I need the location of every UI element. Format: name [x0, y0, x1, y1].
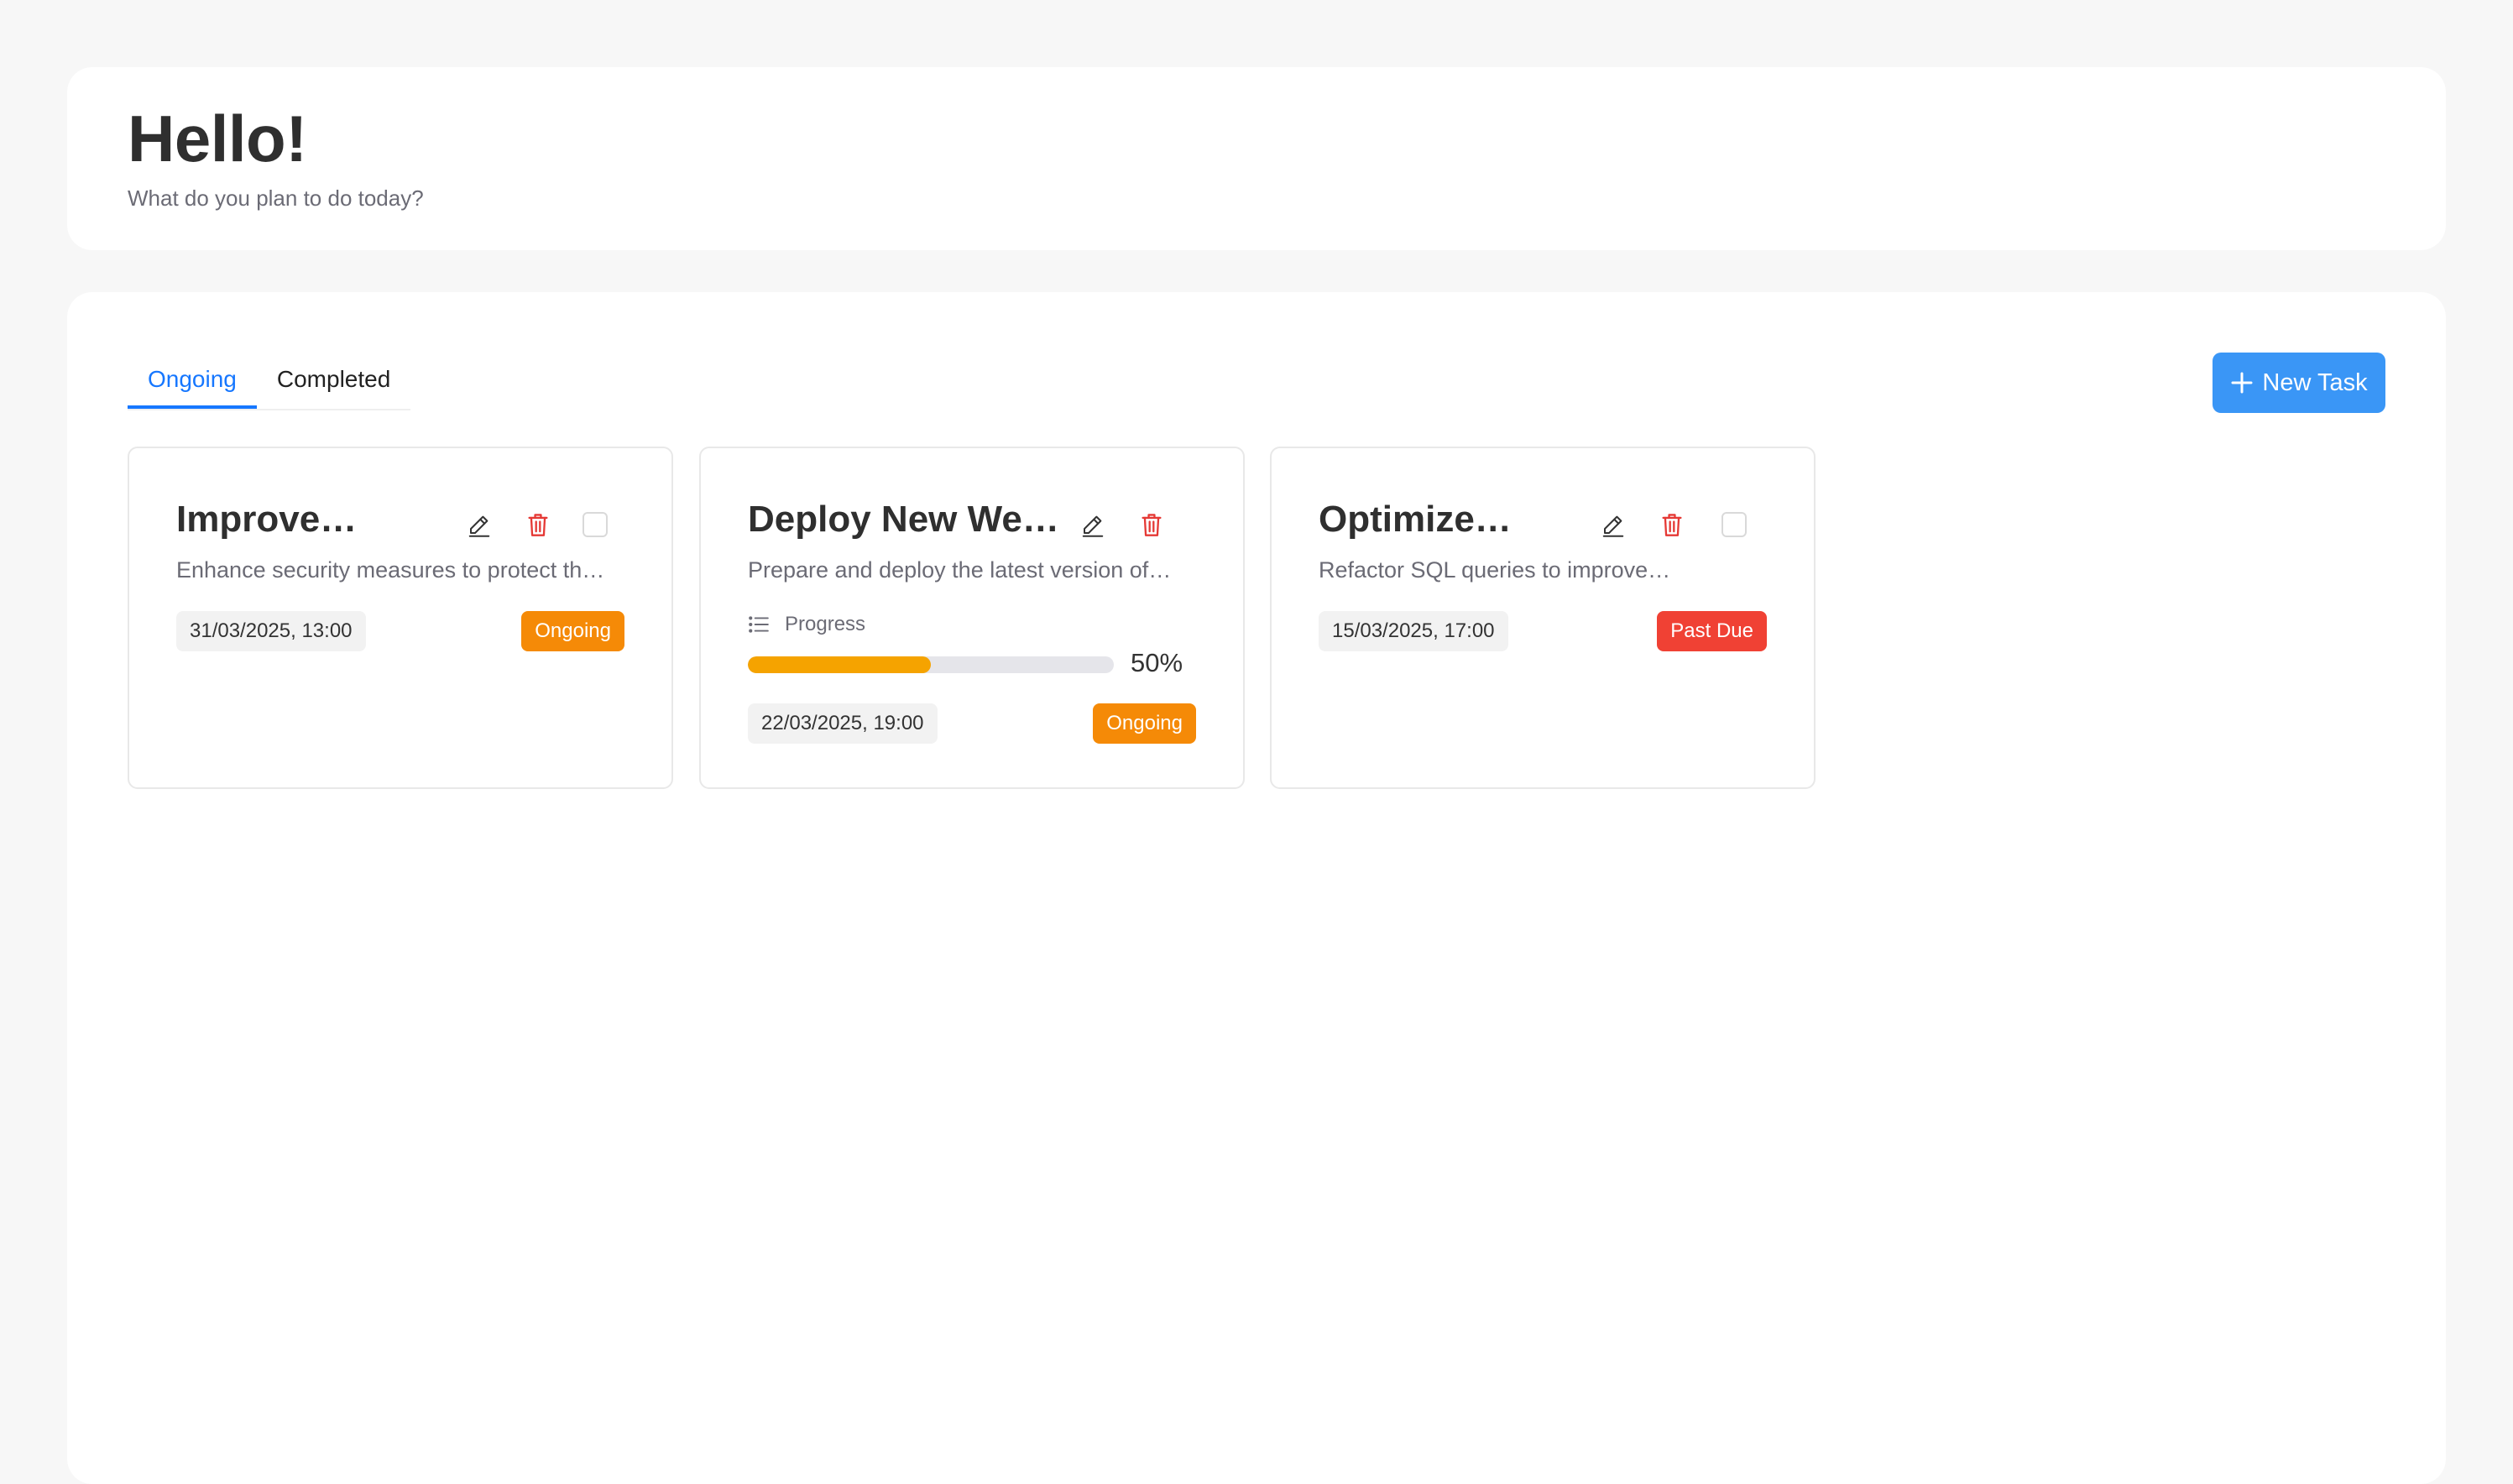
- new-task-button[interactable]: New Task: [2213, 353, 2385, 413]
- task-description: Enhance security measures to protect th…: [176, 557, 605, 583]
- trash-icon[interactable]: [1137, 510, 1166, 539]
- due-date: 15/03/2025, 17:00: [1319, 611, 1508, 651]
- task-title: Improve…: [176, 499, 358, 540]
- edit-icon[interactable]: [465, 510, 494, 539]
- plus-icon: [2231, 372, 2253, 394]
- new-task-label: New Task: [2262, 368, 2368, 396]
- progress-percent: 50%: [1131, 648, 1183, 677]
- task-title: Deploy New We…: [748, 499, 1059, 540]
- task-board: Ongoing Completed New Task Improve… Enha…: [67, 292, 2446, 1484]
- complete-checkbox[interactable]: [1721, 512, 1747, 537]
- due-date: 31/03/2025, 13:00: [176, 611, 366, 651]
- task-description: Prepare and deploy the latest version of…: [748, 557, 1172, 583]
- task-card[interactable]: Improve… Enhance security measures to pr…: [128, 447, 673, 789]
- task-title: Optimize…: [1319, 499, 1512, 540]
- trash-icon[interactable]: [524, 510, 552, 539]
- task-tabs: Ongoing Completed: [128, 351, 411, 410]
- task-card[interactable]: Deploy New We… Prepare and deploy the la…: [699, 447, 1245, 789]
- status-badge: Ongoing: [1093, 703, 1196, 744]
- edit-icon[interactable]: [1599, 510, 1627, 539]
- due-date: 22/03/2025, 19:00: [748, 703, 938, 744]
- tab-completed[interactable]: Completed: [257, 351, 410, 409]
- task-description: Refactor SQL queries to improve…: [1319, 557, 1671, 583]
- progress-label: Progress: [748, 613, 865, 636]
- progress-fill: [748, 656, 931, 673]
- task-card[interactable]: Optimize… Refactor SQL queries to improv…: [1270, 447, 1816, 789]
- complete-checkbox[interactable]: [583, 512, 608, 537]
- status-badge: Past Due: [1657, 611, 1767, 651]
- greeting-card: Hello! What do you plan to do today?: [67, 67, 2446, 250]
- edit-icon[interactable]: [1079, 510, 1107, 539]
- list-icon: [749, 616, 769, 633]
- page-subtitle: What do you plan to do today?: [128, 185, 424, 211]
- progress-label-text: Progress: [785, 613, 866, 635]
- progress-bar: [748, 656, 1114, 673]
- page-title: Hello!: [128, 102, 307, 175]
- status-badge: Ongoing: [521, 611, 624, 651]
- trash-icon[interactable]: [1658, 510, 1686, 539]
- tab-ongoing[interactable]: Ongoing: [128, 351, 257, 409]
